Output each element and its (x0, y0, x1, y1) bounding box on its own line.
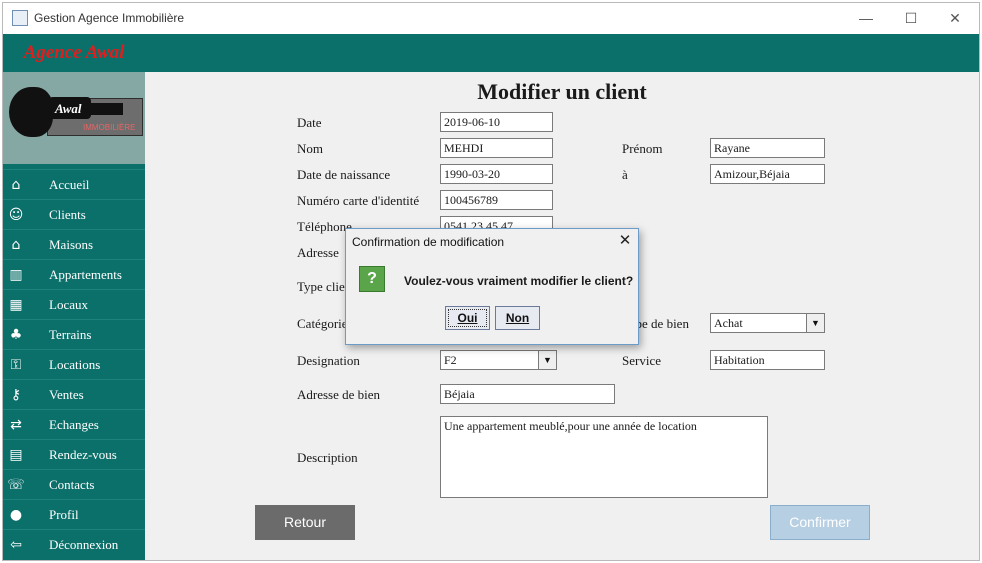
designation-label: Designation (297, 353, 360, 368)
sidebar-item-ventes[interactable]: ⚷ Ventes (3, 379, 145, 409)
exchange-icon: ⇄ (10, 417, 22, 433)
naissance-field[interactable]: 1990-03-20 (440, 164, 553, 184)
profile-icon: ● (9, 507, 23, 523)
telephone-label: Téléphone (297, 219, 352, 234)
carte-label: Numéro carte d'identité (297, 193, 420, 208)
dialog-title: Confirmation de modification (352, 235, 505, 249)
logo-name: Awal (55, 101, 82, 116)
sidebar-item-label: Déconnexion (49, 537, 119, 552)
sidebar-item-rendez-vous[interactable]: ▤ Rendez-vous (3, 439, 145, 469)
type-bien-select[interactable]: Achat ▼ (710, 313, 825, 333)
date-label: Date (297, 115, 322, 130)
confirmation-dialog: Confirmation de modification ✕ ? Voulez-… (345, 228, 639, 345)
contacts-icon: ☏ (7, 477, 25, 493)
sidebar-item-deconnexion[interactable]: ⇦ Déconnexion (3, 529, 145, 559)
designation-value: F2 (444, 353, 457, 367)
adresse-bien-field[interactable]: Béjaia (440, 384, 615, 404)
sidebar-item-label: Contacts (49, 477, 95, 492)
retour-button[interactable]: Retour (255, 505, 355, 540)
adresse-label: Adresse (297, 245, 339, 260)
sidebar-item-clients[interactable]: ☺ Clients (3, 199, 145, 229)
type-bien-value: Achat (714, 316, 743, 330)
home-icon: ⌂ (11, 177, 21, 193)
maximize-button[interactable]: ☐ (896, 7, 926, 29)
chevron-down-icon[interactable]: ▼ (538, 351, 556, 369)
description-label: Description (297, 450, 358, 465)
sidebar-item-terrains[interactable]: ♣ Terrains (3, 319, 145, 349)
sidebar-item-label: Maisons (49, 237, 94, 252)
app-window: Gestion Agence Immobilière — ☐ ✕ Agence … (2, 2, 980, 561)
oui-button[interactable]: Oui (445, 306, 490, 330)
close-button[interactable]: ✕ (940, 7, 970, 29)
carte-field[interactable]: 100456789 (440, 190, 553, 210)
sidebar-item-maisons[interactable]: ⌂ Maisons (3, 229, 145, 259)
categorie-label: Catégorie (297, 316, 348, 331)
nom-field[interactable]: MEHDI (440, 138, 553, 158)
sidebar-item-appartements[interactable]: ▥ Appartements (3, 259, 145, 289)
sidebar-item-label: Appartements (49, 267, 122, 282)
sidebar-item-accueil[interactable]: ⌂ Accueil (3, 169, 145, 199)
rental-icon: ⚿ (10, 357, 22, 373)
sidebar-item-label: Terrains (49, 327, 92, 342)
sidebar-item-label: Locaux (49, 297, 88, 312)
lieu-naissance-field[interactable]: Amizour,Béjaia (710, 164, 825, 184)
naissance-label: Date de naissance (297, 167, 391, 182)
sidebar-item-label: Ventes (49, 387, 84, 402)
sidebar-item-profil[interactable]: ● Profil (3, 499, 145, 529)
title-bar: Gestion Agence Immobilière — ☐ ✕ (3, 3, 979, 34)
land-icon: ♣ (9, 327, 23, 343)
minimize-button[interactable]: — (851, 7, 881, 29)
service-field[interactable]: Habitation (710, 350, 825, 370)
service-label: Service (622, 353, 661, 368)
sidebar-item-label: Locations (49, 357, 101, 372)
store-icon: ▦ (9, 297, 23, 313)
sale-icon: ⚷ (10, 387, 22, 403)
sidebar-item-label: Profil (49, 507, 79, 522)
date-field[interactable]: 2019-06-10 (440, 112, 553, 132)
clients-icon: ☺ (8, 207, 24, 223)
java-app-icon (12, 10, 28, 26)
dialog-message: Voulez-vous vraiment modifier le client? (404, 274, 634, 288)
sidebar-item-label: Accueil (49, 177, 90, 192)
lieu-label: à (622, 167, 628, 182)
dialog-close-icon[interactable]: ✕ (616, 232, 634, 250)
question-icon: ? (359, 266, 385, 292)
house-icon: ⌂ (11, 237, 21, 253)
nom-label: Nom (297, 141, 323, 156)
description-textarea[interactable]: Une appartement meublé,pour une année de… (440, 416, 768, 498)
sidebar-item-label: Clients (49, 207, 86, 222)
brand-name: Agence Awal (3, 34, 145, 72)
building-icon: ▥ (9, 267, 23, 283)
page-title: Modifier un client (477, 79, 647, 104)
adresse-bien-label: Adresse de bien (297, 387, 381, 402)
non-button[interactable]: Non (495, 306, 540, 330)
window-title: Gestion Agence Immobilière (34, 11, 185, 25)
logout-icon: ⇦ (10, 537, 22, 553)
chevron-down-icon[interactable]: ▼ (806, 314, 824, 332)
sidebar-item-echanges[interactable]: ⇄ Echanges (3, 409, 145, 439)
calendar-icon: ▤ (9, 447, 23, 463)
prenom-field[interactable]: Rayane (710, 138, 825, 158)
designation-select[interactable]: F2 ▼ (440, 350, 557, 370)
header-banner (3, 34, 979, 72)
sidebar-item-locations[interactable]: ⚿ Locations (3, 349, 145, 379)
sidebar-item-label: Rendez-vous (49, 447, 117, 462)
prenom-label: Prénom (622, 141, 663, 156)
sidebar-item-label: Echanges (49, 417, 99, 432)
confirmer-button[interactable]: Confirmer (770, 505, 870, 540)
sidebar-item-locaux[interactable]: ▦ Locaux (3, 289, 145, 319)
key-bit-shape (89, 103, 123, 115)
sidebar-item-contacts[interactable]: ☏ Contacts (3, 469, 145, 499)
logo-subtitle: IMMOBILIÈRE (83, 123, 136, 132)
